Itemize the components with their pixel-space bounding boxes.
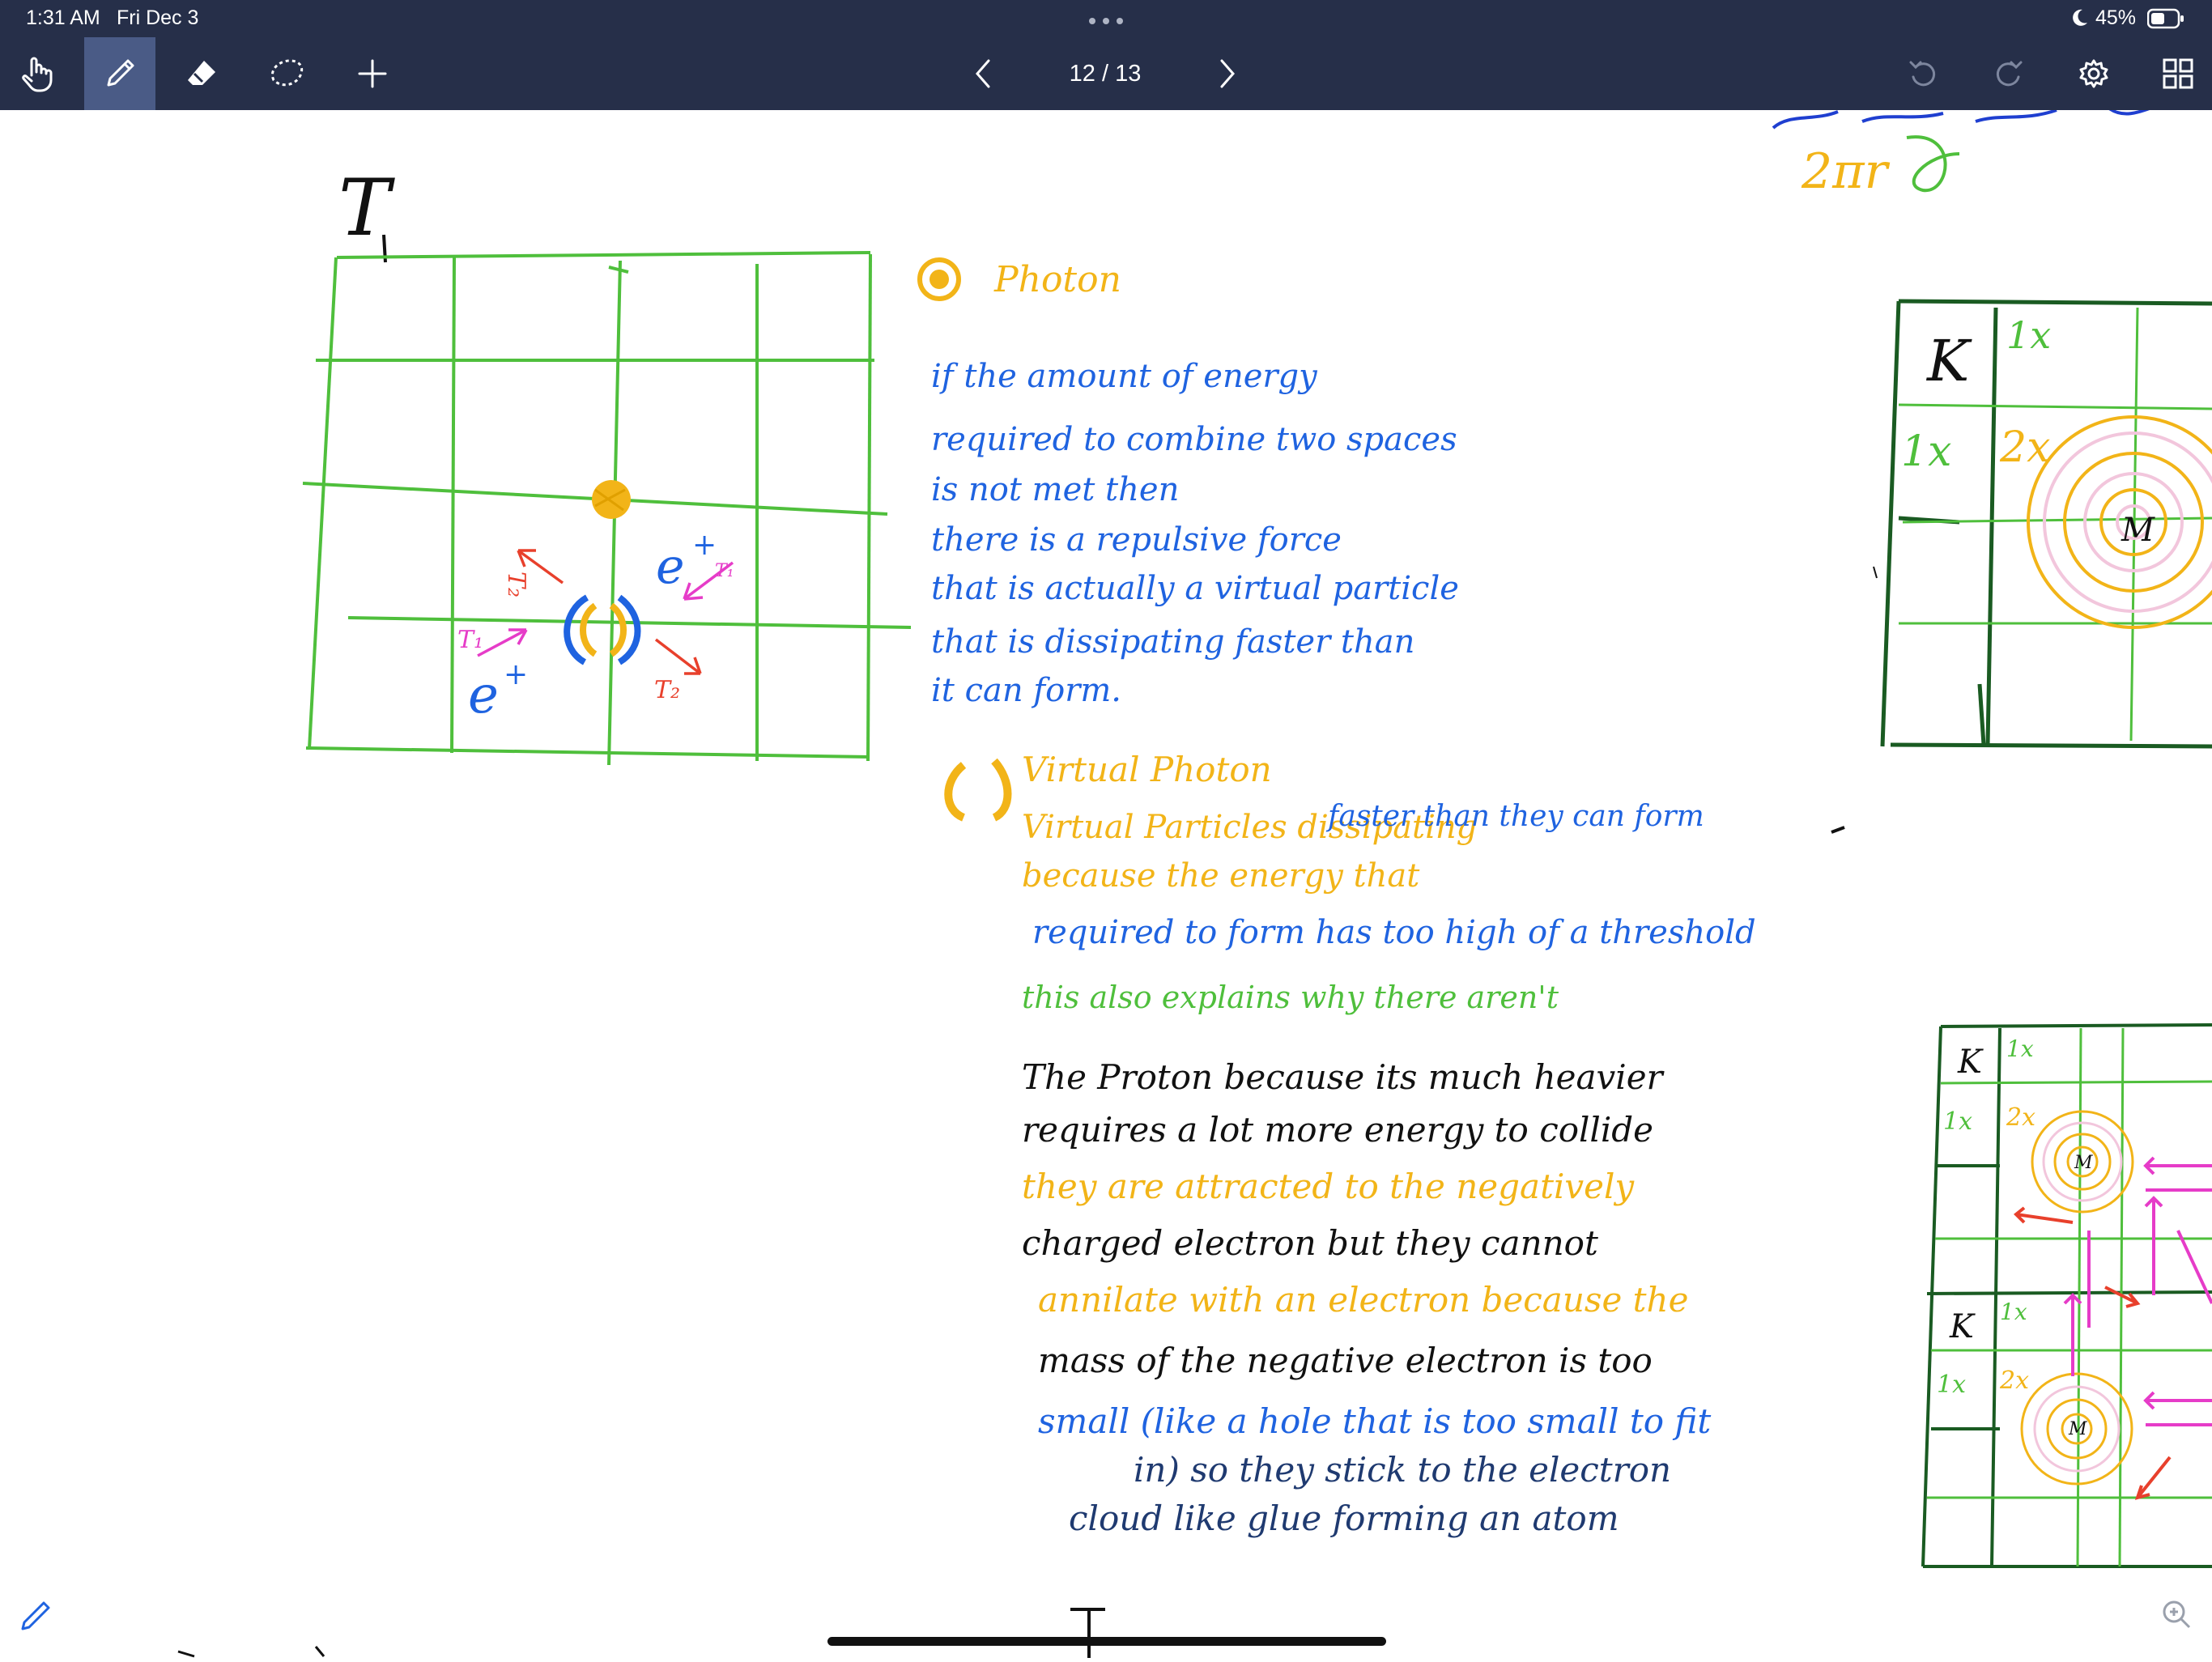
note-canvas[interactable]: 2πr T e + e + T₁ T₁ T₂ T₂ Photon if the … xyxy=(0,102,2212,1658)
photon-heading: Photon xyxy=(993,259,1121,300)
plus-icon xyxy=(356,57,389,90)
bottom-grid-top-1x-left: 1x xyxy=(1943,1107,1972,1136)
grid-icon xyxy=(2162,57,2194,90)
photon-explanation: if the amount of energy required to comb… xyxy=(931,358,1459,709)
right-grid-k: K xyxy=(1925,328,1972,394)
battery-percent: 45% xyxy=(2095,6,2137,29)
electron-charge-top: + xyxy=(692,529,717,562)
bottom-fragments xyxy=(177,1608,1105,1658)
undo-icon xyxy=(1908,57,1940,90)
bottom-grid-bottom-k: K xyxy=(1949,1308,1976,1345)
bottom-atom-grids: K 1x 1x 2x M K 1x 1x 2x M xyxy=(1921,1023,2212,1568)
virtual-line: faster than they can form xyxy=(1325,800,1704,833)
hand-tool-button[interactable] xyxy=(6,37,68,110)
proton-line: The Proton because its much heavier xyxy=(1022,1057,1665,1097)
electron-pair xyxy=(564,594,641,665)
right-atom-grid: K 1x 1x 2x M xyxy=(1880,299,2212,749)
t2-label-right: T₂ xyxy=(654,676,680,704)
virtual-line: required to form has too high of a thres… xyxy=(1032,914,1756,951)
top-right-formula: 2πr xyxy=(1801,143,1891,200)
right-grid-m: M xyxy=(2121,512,2155,549)
toolbar: 12 / 13 xyxy=(0,37,2212,110)
virtual-photon-section: Virtual Photon Virtual Particles dissipa… xyxy=(944,750,1756,1015)
photon-line: is not met then xyxy=(931,471,1179,508)
pen-tool-button[interactable] xyxy=(84,37,155,110)
page-indicator: 12 / 13 xyxy=(1069,61,1142,87)
grid-arrows xyxy=(477,549,734,675)
proton-paragraph: The Proton because its much heavier requ… xyxy=(1022,1057,1711,1538)
battery-icon xyxy=(2146,8,2184,33)
zoom-in-icon xyxy=(2160,1600,2193,1634)
moon-icon xyxy=(2071,8,2089,32)
t1-label-top: T₁ xyxy=(715,561,734,581)
status-date: Fri Dec 3 xyxy=(117,6,199,29)
proton-line: requires a lot more energy to collide xyxy=(1022,1110,1653,1150)
electron-charge-bottom: + xyxy=(504,658,528,691)
lasso-tool-button[interactable] xyxy=(256,37,317,110)
add-button[interactable] xyxy=(342,37,403,110)
t2-label-left: T₂ xyxy=(502,572,530,597)
photon-line: that is actually a virtual particle xyxy=(931,570,1459,607)
pen-icon xyxy=(102,56,138,91)
chevron-right-icon xyxy=(1217,57,1236,90)
photon-heading-group: Photon xyxy=(917,257,1121,301)
right-grid-1x-left: 1x xyxy=(1901,427,1951,476)
status-time: 1:31 AM xyxy=(26,6,100,29)
eraser-tool-button[interactable] xyxy=(172,37,233,110)
multitasking-dots-icon[interactable] xyxy=(1087,15,1125,24)
pen-shortcut-button[interactable] xyxy=(18,1598,53,1634)
eraser-icon xyxy=(185,56,220,91)
undo-button[interactable] xyxy=(1899,37,1948,110)
proton-line: cloud like glue forming an atom xyxy=(1069,1498,1619,1538)
proton-line: they are attracted to the negatively xyxy=(1022,1167,1635,1206)
bottom-grid-bottom-m: M xyxy=(2068,1419,2087,1439)
virtual-line: because the energy that xyxy=(1022,857,1420,895)
page-grid-button[interactable] xyxy=(2154,37,2202,110)
proton-line: charged electron but they cannot xyxy=(1022,1223,1598,1263)
photon-line: that is dissipating faster than xyxy=(931,623,1414,661)
photon-line: if the amount of energy xyxy=(931,358,1318,395)
lasso-icon xyxy=(267,56,306,91)
grid-title-mark: T xyxy=(338,163,395,263)
proton-line: mass of the negative electron is too xyxy=(1038,1341,1653,1380)
bottom-grid-top-m: M xyxy=(2074,1153,2093,1173)
handwriting-layer[interactable]: 2πr T e + e + T₁ T₁ T₂ T₂ Photon if the … xyxy=(0,102,2212,1658)
photon-line: there is a repulsive force xyxy=(931,521,1342,559)
top-right-scribble: 2πr xyxy=(1772,102,2163,200)
home-indicator[interactable] xyxy=(827,1637,1386,1646)
redo-icon xyxy=(1992,57,2024,90)
right-grid-2x: 2x xyxy=(1999,423,2050,472)
bottom-grid-bottom-1x-left: 1x xyxy=(1937,1371,1966,1399)
status-bar: 1:31 AM Fri Dec 3 45% xyxy=(0,0,2212,37)
bottom-grid-top-k: K xyxy=(1957,1044,1984,1081)
grid-title-t: T xyxy=(338,163,395,253)
photon-marker xyxy=(592,480,631,519)
proton-line: in) so they stick to the electron xyxy=(1134,1450,1671,1490)
bottom-grid-top-1x: 1x xyxy=(2006,1035,2034,1062)
proton-line: annilate with an electron because the xyxy=(1038,1280,1688,1320)
electron-label-top: e xyxy=(656,538,685,595)
pen-icon xyxy=(18,1601,53,1637)
proton-line: small (like a hole that is too small to … xyxy=(1038,1401,1711,1441)
t1-label-bottom: T₁ xyxy=(457,626,483,654)
previous-page-button[interactable] xyxy=(963,37,1004,110)
next-page-button[interactable] xyxy=(1206,37,1247,110)
bottom-grid-bottom-1x: 1x xyxy=(2000,1299,2027,1325)
photon-line: required to combine two spaces xyxy=(931,421,1457,458)
redo-button[interactable] xyxy=(1984,37,2032,110)
right-grid-1x-top: 1x xyxy=(2006,313,2051,357)
bottom-grid-bottom-2x: 2x xyxy=(1999,1367,2029,1395)
bottom-grid-top-2x: 2x xyxy=(2006,1103,2035,1132)
settings-button[interactable] xyxy=(2069,37,2118,110)
virtual-photon-heading: Virtual Photon xyxy=(1022,750,1272,789)
virtual-line: this also explains why there aren't xyxy=(1022,980,1559,1015)
photon-line: it can form. xyxy=(931,672,1121,709)
gear-icon xyxy=(2078,57,2110,90)
hand-icon xyxy=(19,54,55,93)
chevron-left-icon xyxy=(974,57,993,90)
zoom-button[interactable] xyxy=(2160,1598,2193,1630)
electron-label-bottom: e xyxy=(468,665,499,725)
